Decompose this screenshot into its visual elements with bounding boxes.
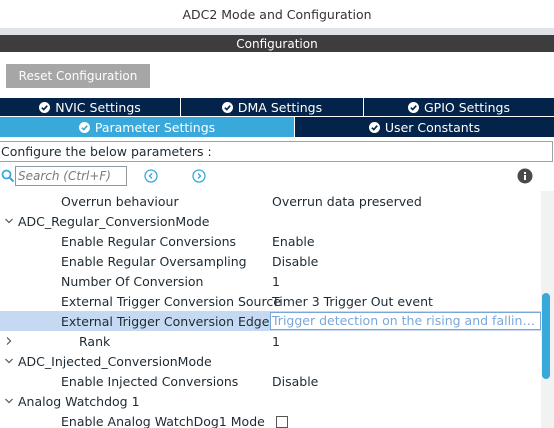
tab-user-constants[interactable]: User Constants — [295, 117, 554, 137]
tree-group-injected-conversion[interactable]: ADC_Injected_ConversionMode — [0, 351, 541, 371]
search-next-icon[interactable] — [192, 169, 206, 183]
tree-row-overrun-behaviour[interactable]: Overrun behaviour Overrun data preserved — [0, 191, 541, 211]
tab-parameter-settings[interactable]: Parameter Settings — [0, 117, 295, 137]
tree-row-enable-analog-watchdog1[interactable]: Enable Analog WatchDog1 Mode — [0, 411, 541, 428]
parameter-name: External Trigger Conversion Edge — [61, 313, 270, 329]
tree-row-rank[interactable]: Rank 1 — [0, 331, 541, 351]
check-circle-icon — [408, 101, 419, 113]
parameter-name: Enable Regular Oversampling — [61, 253, 247, 269]
chevron-down-icon[interactable] — [4, 216, 14, 226]
search-icon — [1, 169, 15, 183]
tab-label: User Constants — [384, 119, 481, 135]
reset-configuration-button[interactable]: Reset Configuration — [6, 64, 150, 88]
tab-dma-settings[interactable]: DMA Settings — [181, 98, 364, 116]
tree-row-enable-regular-conversions[interactable]: Enable Regular Conversions Enable — [0, 231, 541, 251]
parameter-value[interactable]: Disable — [272, 374, 318, 389]
tab-gpio-settings[interactable]: GPIO Settings — [364, 98, 554, 116]
parameter-value[interactable]: Overrun data preserved — [272, 194, 422, 209]
watchdog-enable-checkbox[interactable] — [276, 416, 288, 428]
check-circle-icon — [78, 121, 90, 133]
scrollbar-thumb[interactable] — [542, 293, 550, 379]
parameter-value[interactable]: Timer 3 Trigger Out event — [272, 294, 433, 309]
configure-instructions-text: Configure the below parameters : — [1, 144, 212, 159]
tree-row-external-trigger-source[interactable]: External Trigger Conversion Source Timer… — [0, 291, 541, 311]
parameter-name: Enable Injected Conversions — [61, 373, 239, 389]
tree-row-enable-injected-conversions[interactable]: Enable Injected Conversions Disable — [0, 371, 541, 391]
check-circle-icon — [368, 121, 380, 133]
group-name: Analog Watchdog 1 — [18, 393, 140, 409]
group-name: ADC_Injected_ConversionMode — [18, 353, 212, 369]
configuration-header-text: Configuration — [236, 36, 318, 51]
parameter-name: Rank — [79, 333, 111, 349]
tree-group-regular-conversion[interactable]: ADC_Regular_ConversionMode — [0, 211, 541, 231]
tab-label: GPIO Settings — [424, 99, 510, 115]
chevron-right-icon[interactable] — [4, 336, 14, 346]
search-input[interactable] — [15, 166, 127, 186]
parameter-value[interactable]: Enable — [272, 234, 315, 249]
parameter-name: Overrun behaviour — [61, 193, 179, 209]
tab-label: DMA Settings — [237, 99, 323, 115]
parameter-name: External Trigger Conversion Source — [61, 293, 281, 309]
search-previous-icon[interactable] — [144, 169, 158, 183]
parameter-name: Enable Analog WatchDog1 Mode — [61, 413, 265, 428]
configuration-header: Configuration — [0, 35, 554, 52]
check-circle-icon — [221, 101, 233, 113]
parameter-name: Number Of Conversion — [61, 273, 204, 289]
tree-group-analog-watchdog-1[interactable]: Analog Watchdog 1 — [0, 391, 541, 411]
chevron-down-icon[interactable] — [4, 396, 14, 406]
parameter-value-dropdown[interactable]: Trigger detection on the rising and fall… — [270, 312, 541, 330]
tree-scrollbar[interactable] — [541, 191, 554, 428]
parameter-value[interactable]: Disable — [272, 254, 318, 269]
parameter-value[interactable]: 1 — [272, 334, 280, 349]
parameter-value[interactable]: 1 — [272, 274, 280, 289]
tab-label: Parameter Settings — [94, 119, 216, 135]
tree-row-external-trigger-edge[interactable]: External Trigger Conversion Edge Trigger… — [0, 311, 541, 331]
configure-instructions: Configure the below parameters : — [0, 141, 553, 162]
window-title: ADC2 Mode and Configuration — [0, 0, 554, 28]
tab-row-bottom: Parameter Settings User Constants — [0, 117, 554, 137]
title-separator — [0, 28, 554, 35]
tab-row-top: NVIC Settings DMA Settings GPIO Settings — [0, 98, 554, 116]
tab-nvic-settings[interactable]: NVIC Settings — [0, 98, 181, 116]
check-circle-icon — [39, 101, 51, 113]
group-name: ADC_Regular_ConversionMode — [18, 213, 210, 229]
window-title-text: ADC2 Mode and Configuration — [182, 6, 372, 22]
chevron-down-icon[interactable] — [4, 356, 14, 366]
tree-row-enable-regular-oversampling[interactable]: Enable Regular Oversampling Disable — [0, 251, 541, 271]
parameter-tree: Overrun behaviour Overrun data preserved… — [0, 191, 541, 428]
info-icon[interactable] — [517, 168, 533, 184]
tab-label: NVIC Settings — [55, 99, 141, 115]
parameter-name: Enable Regular Conversions — [61, 233, 237, 249]
tree-row-number-of-conversion[interactable]: Number Of Conversion 1 — [0, 271, 541, 291]
